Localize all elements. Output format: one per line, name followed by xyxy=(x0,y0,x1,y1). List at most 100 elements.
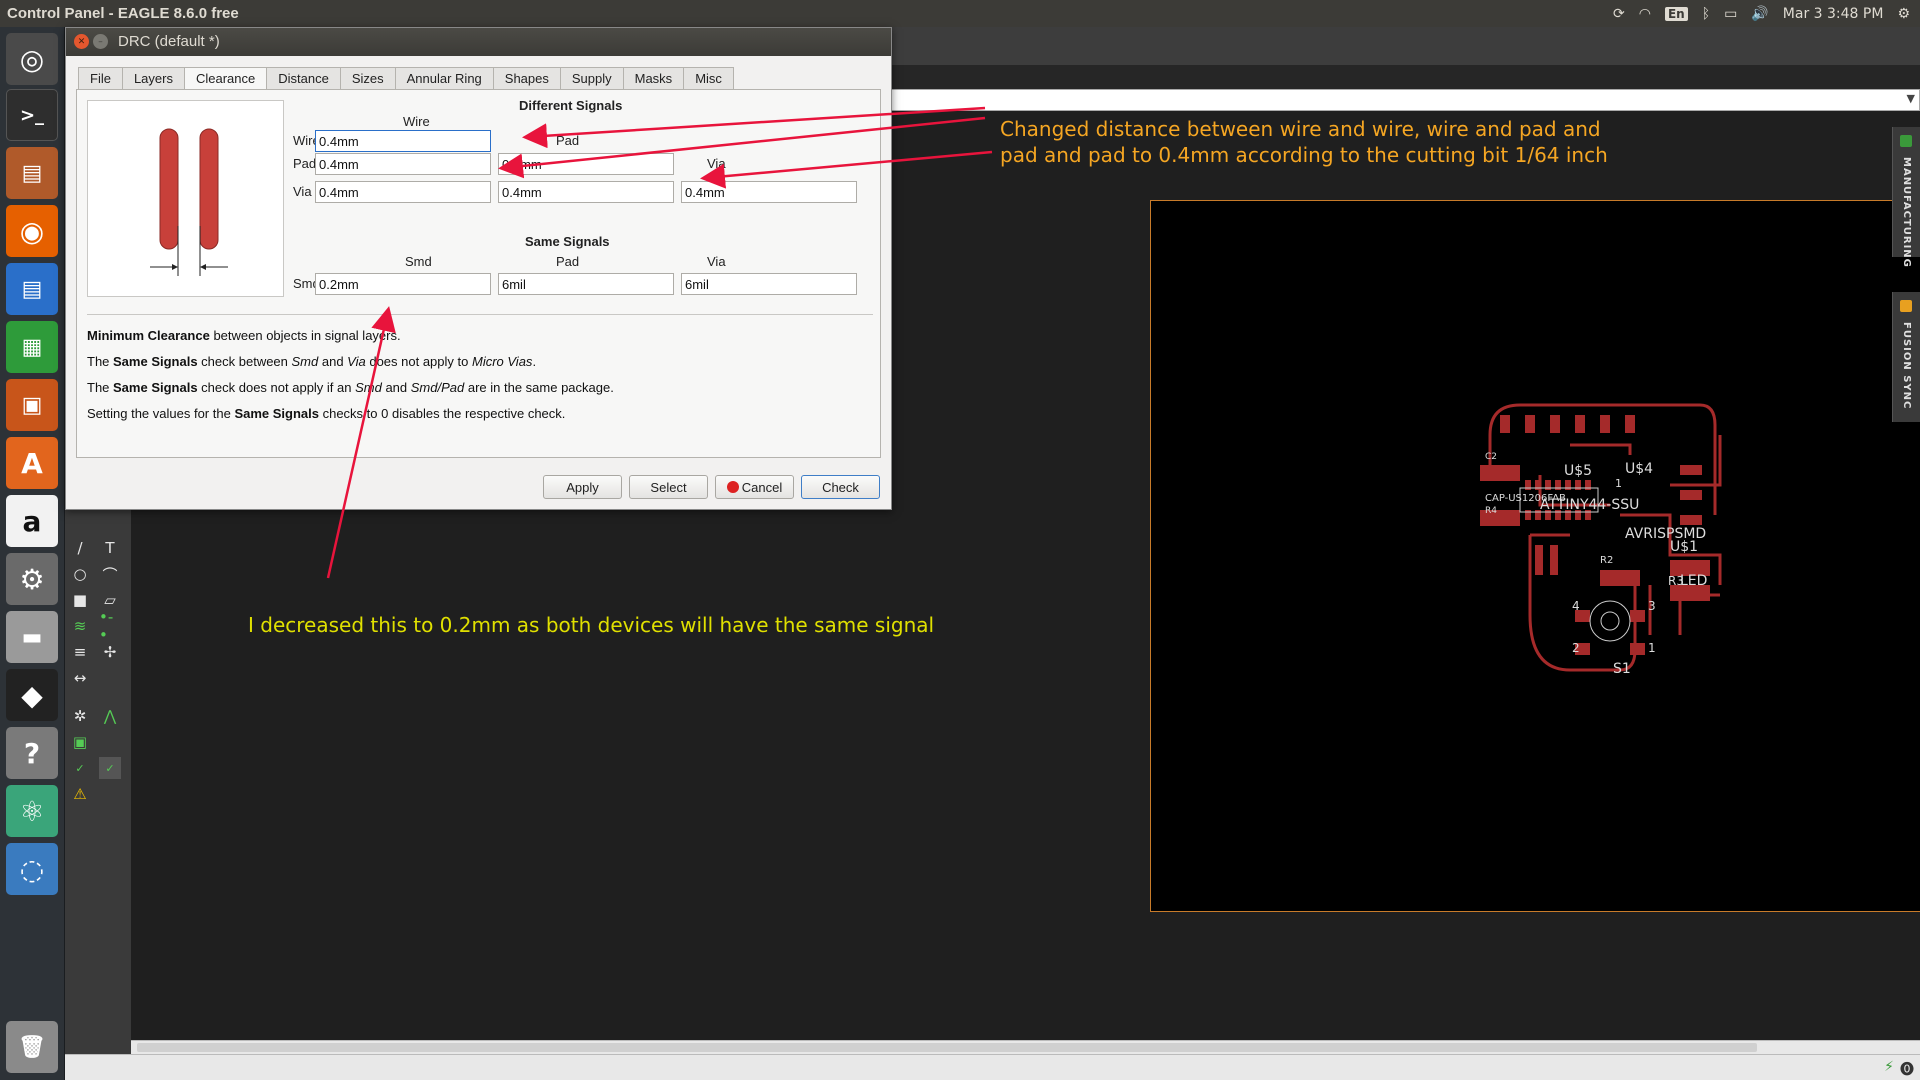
pad xyxy=(1630,610,1645,622)
route-tool-icon[interactable]: ⋀ xyxy=(99,705,121,727)
atom-icon[interactable]: ⚛ xyxy=(6,785,58,837)
tab-distance[interactable]: Distance xyxy=(266,67,341,89)
ubuntu-dash-icon[interactable]: ◎ xyxy=(6,33,58,85)
via-via-field[interactable] xyxy=(681,181,857,203)
launcher: ◎ >_ ▤ ◉ ▤ ▦ ▣ A a ⚙ ▬ ◆ ? ⚛ ◌ 🗑 xyxy=(0,27,65,1080)
rectangle-tool-icon[interactable]: ■ xyxy=(69,589,91,611)
dialog-titlebar[interactable]: ✕ – DRC (default *) xyxy=(66,28,891,56)
text-tool-icon[interactable]: T xyxy=(99,537,121,559)
system-settings-icon[interactable]: ⚙ xyxy=(6,553,58,605)
lightning-icon[interactable]: ⚡ xyxy=(1884,1059,1894,1079)
arrowhead xyxy=(200,264,206,270)
keyboard-language[interactable]: En xyxy=(1664,6,1688,21)
description-line-3: The Same Signals check does not apply if… xyxy=(87,380,614,395)
via-pad-field[interactable] xyxy=(498,181,674,203)
circle-tool-icon[interactable]: ○ xyxy=(69,563,91,585)
amazon-icon[interactable]: a xyxy=(6,495,58,547)
tab-misc[interactable]: Misc xyxy=(683,67,734,89)
tab-supply[interactable]: Supply xyxy=(559,67,624,89)
drc-dialog: ✕ – DRC (default *) File Layers Clearanc… xyxy=(65,27,892,510)
writer-icon[interactable]: ▤ xyxy=(6,263,58,315)
select-button[interactable]: Select xyxy=(629,475,708,499)
volume-icon[interactable]: 🔊 xyxy=(1751,6,1768,22)
erc-tool-icon[interactable]: ✓ xyxy=(69,757,91,779)
via-tool-icon[interactable]: ≡ xyxy=(69,641,91,663)
label-pin2: 2 xyxy=(1572,641,1580,655)
software-center-icon[interactable]: A xyxy=(6,437,58,489)
pad xyxy=(1535,545,1543,575)
sync-icon[interactable]: ⟳ xyxy=(1613,6,1625,22)
tab-annular-ring[interactable]: Annular Ring xyxy=(394,67,494,89)
pad xyxy=(1680,465,1702,475)
firefox-icon[interactable]: ◉ xyxy=(6,205,58,257)
smd-via-field[interactable] xyxy=(681,273,857,295)
dimension-tool-icon[interactable]: ↔ xyxy=(69,667,91,689)
impress-icon[interactable]: ▣ xyxy=(6,379,58,431)
command-line-input[interactable]: ▼ xyxy=(885,89,1920,111)
apply-button[interactable]: Apply xyxy=(543,475,622,499)
inkscape-icon[interactable]: ◆ xyxy=(6,669,58,721)
description-line-4: Setting the values for the Same Signals … xyxy=(87,406,566,421)
tab-sizes[interactable]: Sizes xyxy=(339,67,396,89)
settings-gear-icon[interactable]: ⚙ xyxy=(1897,6,1910,22)
disk-icon[interactable]: ▬ xyxy=(6,611,58,663)
calc-icon[interactable]: ▦ xyxy=(6,321,58,373)
row-label-pad: Pad xyxy=(293,156,317,171)
smd-pad-field[interactable] xyxy=(498,273,674,295)
tab-shapes[interactable]: Shapes xyxy=(492,67,561,89)
bluetooth-icon[interactable]: ᛒ xyxy=(1702,6,1710,22)
close-icon[interactable]: ✕ xyxy=(74,34,89,49)
check-button[interactable]: Check xyxy=(801,475,880,499)
preview-wire-right xyxy=(199,128,219,250)
trash-icon[interactable]: 🗑 xyxy=(6,1021,58,1073)
help-icon[interactable]: ? xyxy=(6,727,58,779)
system-tray: ⟳ ◠ En ᛒ ▭ 🔊 Mar 3 3:48 PM ⚙ xyxy=(1613,0,1920,27)
trace xyxy=(1670,435,1722,487)
pad xyxy=(1680,490,1702,500)
hole-tool-icon[interactable]: ✢ xyxy=(99,641,121,663)
pad-pad-field[interactable] xyxy=(498,153,674,175)
line-tool-icon[interactable]: / xyxy=(69,537,91,559)
switch-inner xyxy=(1600,611,1620,631)
terminal-icon[interactable]: >_ xyxy=(6,89,58,141)
label-pin4: 4 xyxy=(1572,599,1580,613)
tab-clearance[interactable]: Clearance xyxy=(183,67,268,90)
row-label-via: Via xyxy=(293,184,312,199)
separator xyxy=(87,314,873,315)
stop-icon[interactable]: ⓿ xyxy=(1900,1059,1914,1079)
dropdown-arrow-icon[interactable]: ▼ xyxy=(1907,92,1915,105)
description-line-1: Minimum Clearance between objects in sig… xyxy=(87,328,401,343)
arc-tool-icon[interactable]: ⌒ xyxy=(99,563,121,585)
ripup-tool-icon[interactable]: ✲ xyxy=(69,705,91,727)
fusion-icon[interactable]: ◌ xyxy=(6,843,58,895)
side-tab-manufacturing[interactable]: MANUFACTURING xyxy=(1892,127,1920,268)
tab-layers[interactable]: Layers xyxy=(121,67,185,89)
warning-icon[interactable]: ⚠ xyxy=(69,783,91,805)
files-icon[interactable]: ▤ xyxy=(6,147,58,199)
tab-masks[interactable]: Masks xyxy=(622,67,685,89)
board-tool-icon[interactable]: ▣ xyxy=(69,731,91,753)
left-toolbar: / T ○ ⌒ ■ ▱ ≋ •-• ≡ ✢ ↔ ✲ ⋀ ▣ ✓ ✓ ⚠ xyxy=(65,417,131,1077)
wifi-icon[interactable]: ◠ xyxy=(1639,6,1651,22)
battery-icon[interactable]: ▭ xyxy=(1724,6,1737,22)
pad-wire-field[interactable] xyxy=(315,153,491,175)
clock[interactable]: Mar 3 3:48 PM xyxy=(1783,6,1884,22)
cancel-button[interactable]: Cancel xyxy=(715,475,794,499)
signal-tool-icon[interactable]: •-• xyxy=(99,608,121,644)
horizontal-scrollbar[interactable] xyxy=(131,1040,1920,1054)
wire-wire-field[interactable] xyxy=(315,130,491,152)
smd-smd-field[interactable] xyxy=(315,273,491,295)
pad xyxy=(1625,415,1635,433)
side-tab-fusion-sync[interactable]: FUSION SYNC xyxy=(1892,292,1920,422)
scrollbar-thumb[interactable] xyxy=(137,1043,1757,1052)
minimize-icon[interactable]: – xyxy=(93,34,108,49)
col-label-via-same: Via xyxy=(707,254,726,269)
pad xyxy=(1550,415,1560,433)
layers-tool-icon[interactable]: ≋ xyxy=(69,615,91,637)
label-us5: U$5 xyxy=(1564,463,1592,479)
clearance-panel: Different Signals Wire Pad Via Wire Pad … xyxy=(76,89,881,458)
via-wire-field[interactable] xyxy=(315,181,491,203)
drc-tool-icon[interactable]: ✓ xyxy=(99,757,121,779)
tab-file[interactable]: File xyxy=(78,67,123,89)
label-r4: R4 xyxy=(1485,506,1497,516)
